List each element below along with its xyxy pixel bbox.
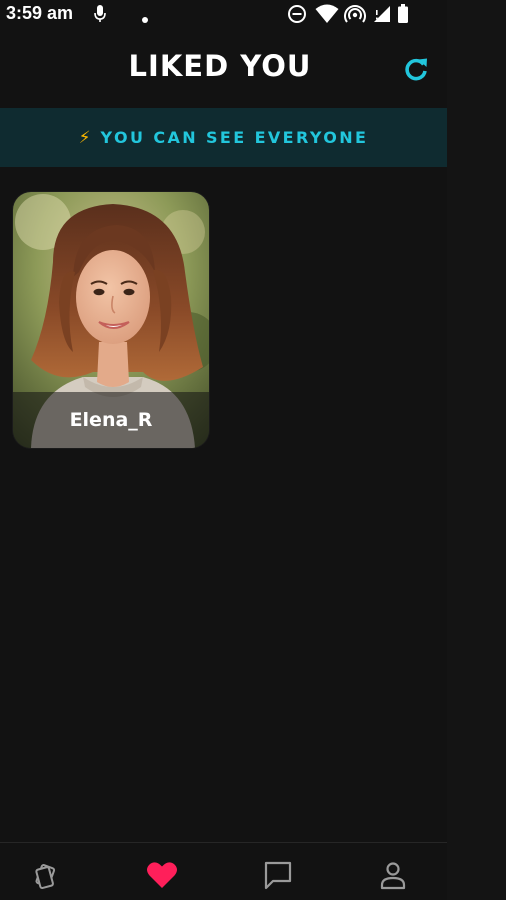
status-time: 3:59 am: [6, 3, 74, 23]
profile-name-bar: Elena_R: [13, 392, 209, 448]
nav-item-likes[interactable]: [140, 858, 184, 900]
profile-icon: [380, 862, 406, 890]
nav-item-cards[interactable]: [25, 858, 69, 900]
refresh-button[interactable]: [400, 53, 432, 85]
bottom-nav-divider: [0, 842, 447, 843]
profile-name: Elena_R: [69, 409, 153, 431]
screen-edge-strip: [447, 0, 506, 900]
profile-card[interactable]: Elena_R: [13, 192, 209, 448]
page-title: LIKED YOU: [128, 49, 312, 83]
battery-icon: [397, 4, 409, 28]
cards-icon: [35, 864, 56, 890]
status-bar: 3:59 am: [0, 0, 447, 28]
lightning-icon: ⚡: [78, 127, 91, 148]
chat-icon: [264, 861, 292, 890]
banner-text: YOU CAN SEE EVERYONE: [100, 128, 369, 147]
notification-dot-icon: [141, 9, 149, 28]
hotspot-icon: [344, 4, 366, 28]
refresh-icon: [405, 58, 427, 81]
nav-item-profile[interactable]: [371, 858, 415, 900]
heart-icon: [147, 862, 177, 888]
wifi-icon: [315, 4, 339, 28]
mic-icon: [93, 4, 107, 28]
see-everyone-banner: ⚡ YOU CAN SEE EVERYONE: [0, 108, 447, 167]
signal-icon: [373, 4, 391, 28]
nav-item-chat[interactable]: [256, 858, 300, 900]
do-not-disturb-icon: [287, 4, 307, 28]
